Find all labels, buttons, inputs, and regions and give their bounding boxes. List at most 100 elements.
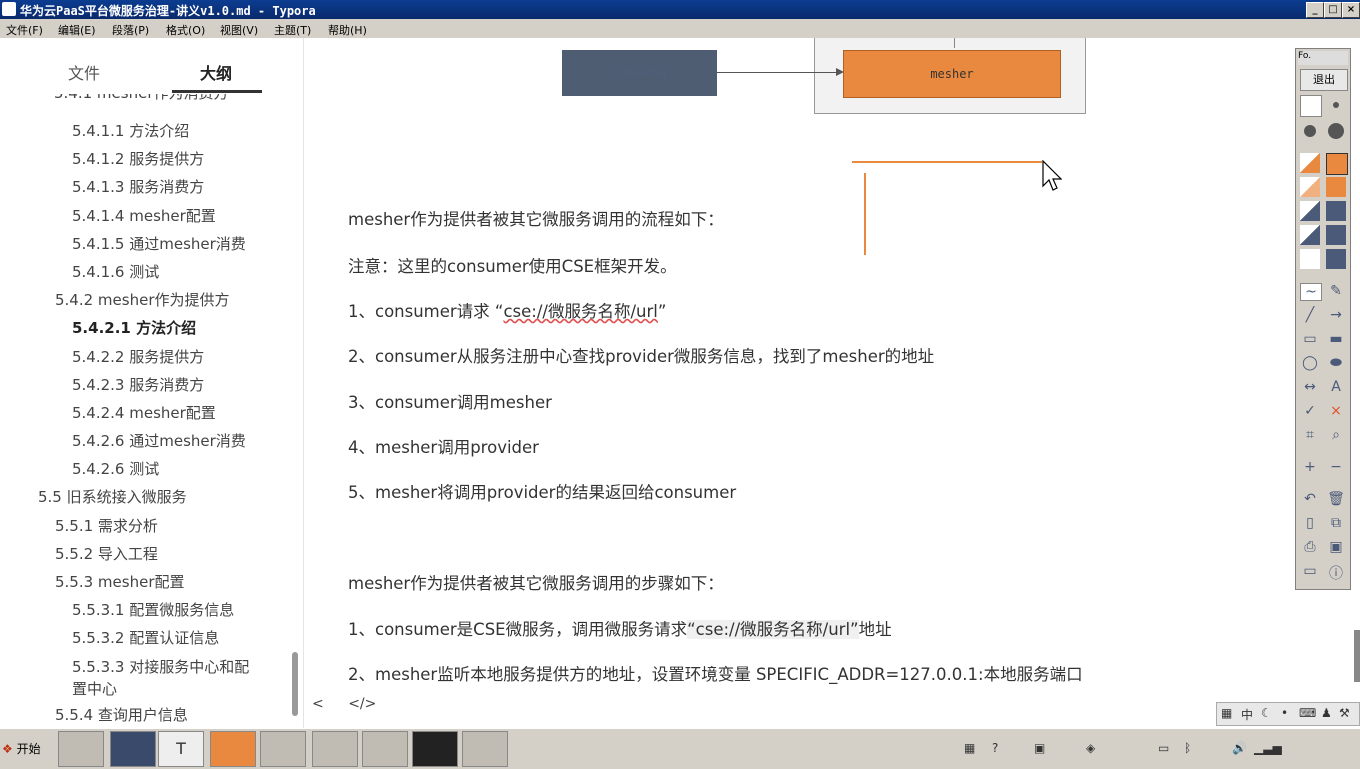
plus-icon[interactable]: + xyxy=(1300,459,1320,475)
rectangle-icon[interactable]: ▭ xyxy=(1300,331,1320,347)
taskbar-app-typora[interactable]: T xyxy=(158,731,204,767)
outline-item[interactable]: 5.4.2.6 通过mesher消费 xyxy=(72,430,246,451)
outline-item[interactable]: 5.4.1.2 服务提供方 xyxy=(72,148,204,169)
line-icon[interactable]: ╱ xyxy=(1300,307,1320,323)
source-mode-icon[interactable]: </> xyxy=(348,696,376,712)
dot-medium-icon[interactable] xyxy=(1326,95,1346,115)
trash-icon[interactable]: 🗑 xyxy=(1326,491,1346,507)
outline-item[interactable]: 5.5 旧系统接入微服务 xyxy=(38,486,187,507)
start-button[interactable]: ❖ 开始 xyxy=(2,735,50,763)
new-page-icon[interactable]: ▯ xyxy=(1300,515,1320,531)
color-orange-half-icon[interactable] xyxy=(1300,153,1320,173)
outline-item[interactable]: 5.5.4 查询用户信息 xyxy=(55,704,188,725)
menu-file[interactable]: 文件(F) xyxy=(6,22,43,38)
color-slate-half-icon[interactable] xyxy=(1300,201,1320,221)
undo-icon[interactable]: ↶ xyxy=(1300,491,1320,507)
help-icon[interactable]: ? xyxy=(992,741,998,755)
eraser-icon[interactable]: ✎ xyxy=(1326,283,1346,299)
dot-large-icon[interactable] xyxy=(1300,121,1320,141)
copy-icon[interactable]: ⧉ xyxy=(1326,515,1346,531)
crop-icon[interactable]: ⌗ xyxy=(1300,427,1320,443)
taskbar-app-draw[interactable] xyxy=(462,731,508,767)
outline-item[interactable]: 5.5.3.2 配置认证信息 xyxy=(72,627,219,648)
print-icon[interactable]: ⎙ xyxy=(1300,539,1320,555)
cross-icon[interactable]: × xyxy=(1326,403,1346,419)
save-icon[interactable]: ▣ xyxy=(1326,539,1346,555)
taskbar-app-idea[interactable] xyxy=(110,731,156,767)
outline-item[interactable]: 5.5.2 导入工程 xyxy=(55,543,158,564)
volume-icon[interactable]: 🔊 xyxy=(1232,741,1247,755)
rectangle-filled-icon[interactable]: ▬ xyxy=(1326,331,1346,347)
color-slate3-icon[interactable] xyxy=(1326,249,1346,269)
double-arrow-icon[interactable]: ↔ xyxy=(1300,379,1320,395)
freehand-icon[interactable]: ~ xyxy=(1300,283,1322,301)
screen-icon[interactable]: ▭ xyxy=(1300,563,1320,579)
info-icon[interactable]: ⓘ xyxy=(1326,563,1346,583)
outline-item[interactable]: 5.5.3.1 配置微服务信息 xyxy=(72,599,234,620)
arrow-right-icon[interactable]: → xyxy=(1326,307,1346,323)
outline-item[interactable]: 5.4.1.6 测试 xyxy=(72,261,159,282)
taskbar-app-folder[interactable] xyxy=(58,731,104,767)
punctuation-icon[interactable]: • xyxy=(1281,706,1288,720)
menu-help[interactable]: 帮助(H) xyxy=(328,22,367,38)
outline-item[interactable]: 5.4.1.3 服务消费方 xyxy=(72,176,204,197)
outline-item[interactable]: 5.4.2.6 测试 xyxy=(72,458,159,479)
user-icon[interactable]: ♟ xyxy=(1321,706,1332,720)
color-slate-icon[interactable] xyxy=(1326,201,1346,221)
outline-item[interactable]: 5.4.1 mesher作为消费方 xyxy=(54,94,229,102)
menu-view[interactable]: 视图(V) xyxy=(220,22,258,38)
ime-logo-icon[interactable]: ▦ xyxy=(1221,706,1232,720)
outline-item[interactable]: 5.4.1.4 mesher配置 xyxy=(72,205,216,226)
ellipse-filled-icon[interactable]: ⬬ xyxy=(1326,355,1346,371)
bluetooth-icon[interactable]: ᛒ xyxy=(1184,741,1191,755)
outline-item[interactable]: 5.5.1 需求分析 xyxy=(55,515,158,536)
editor-content[interactable]: Consumer mesher mesher作为提供者被其它微服务调用的流程如下… xyxy=(304,38,1292,728)
network-icon[interactable]: ▣ xyxy=(1034,741,1045,755)
color-slate2-icon[interactable] xyxy=(1326,225,1346,245)
outline-item[interactable]: 5.4.1.5 通过mesher消费 xyxy=(72,233,246,254)
taskbar-app-slides[interactable] xyxy=(210,731,256,767)
menu-edit[interactable]: 编辑(E) xyxy=(58,22,96,38)
dot-xlarge-icon[interactable] xyxy=(1326,121,1346,141)
tab-files[interactable]: 文件 xyxy=(68,60,100,84)
dot-small-icon[interactable] xyxy=(1300,95,1322,117)
ime-language[interactable]: 中 xyxy=(1241,706,1253,723)
menu-theme[interactable]: 主题(T) xyxy=(274,22,311,38)
outline-item[interactable]: 置中心 xyxy=(72,678,117,699)
color-orange-icon[interactable] xyxy=(1326,153,1348,175)
maximize-button[interactable]: □ xyxy=(1324,2,1342,18)
taskbar-app-tool[interactable] xyxy=(312,731,358,767)
tray-ime-icon[interactable]: ▦ xyxy=(964,741,975,755)
wrench-icon[interactable]: ⚒ xyxy=(1339,706,1350,720)
outline-item[interactable]: 5.4.2 mesher作为提供方 xyxy=(55,289,230,310)
exit-button[interactable]: 退出 xyxy=(1300,69,1348,91)
color-slate-half2-icon[interactable] xyxy=(1300,225,1320,245)
sidebar-toggle-icon[interactable]: < xyxy=(312,696,324,712)
shield-icon[interactable]: ◈ xyxy=(1086,741,1095,755)
outline-item[interactable]: 5.5.3.3 对接服务中心和配 xyxy=(72,656,249,677)
outline-item[interactable]: 5.4.2.4 mesher配置 xyxy=(72,402,216,423)
moon-icon[interactable]: ☾ xyxy=(1261,706,1272,720)
tab-outline[interactable]: 大纲 xyxy=(200,60,232,84)
outline-item[interactable]: 5.4.1.1 方法介绍 xyxy=(72,120,189,141)
check-icon[interactable]: ✓ xyxy=(1300,403,1320,419)
outline-item-active[interactable]: 5.4.2.1 方法介绍 xyxy=(72,317,196,338)
outline-item[interactable]: 5.4.2.2 服务提供方 xyxy=(72,346,204,367)
close-button[interactable]: × xyxy=(1342,2,1360,18)
text-icon[interactable]: A xyxy=(1326,379,1346,395)
menu-format[interactable]: 格式(O) xyxy=(166,22,205,38)
color-orange-fill-icon[interactable] xyxy=(1326,177,1346,197)
zoom-icon[interactable]: ⌕ xyxy=(1326,427,1346,443)
content-scrollbar[interactable] xyxy=(1354,630,1360,682)
minus-icon[interactable]: − xyxy=(1326,459,1346,475)
color-white-icon[interactable] xyxy=(1300,249,1320,269)
color-light-orange-icon[interactable] xyxy=(1300,177,1320,197)
outline-item[interactable]: 5.5.3 mesher配置 xyxy=(55,571,185,592)
menu-paragraph[interactable]: 段落(P) xyxy=(112,22,149,38)
keyboard-icon[interactable]: ⌨ xyxy=(1299,706,1316,720)
taskbar-app-terminal[interactable] xyxy=(412,731,458,767)
taskbar-app-chrome[interactable] xyxy=(260,731,306,767)
taskbar-app-navicat[interactable] xyxy=(362,731,408,767)
signal-icon[interactable]: ▁▃▅ xyxy=(1254,741,1282,755)
minimize-button[interactable]: _ xyxy=(1306,2,1324,18)
